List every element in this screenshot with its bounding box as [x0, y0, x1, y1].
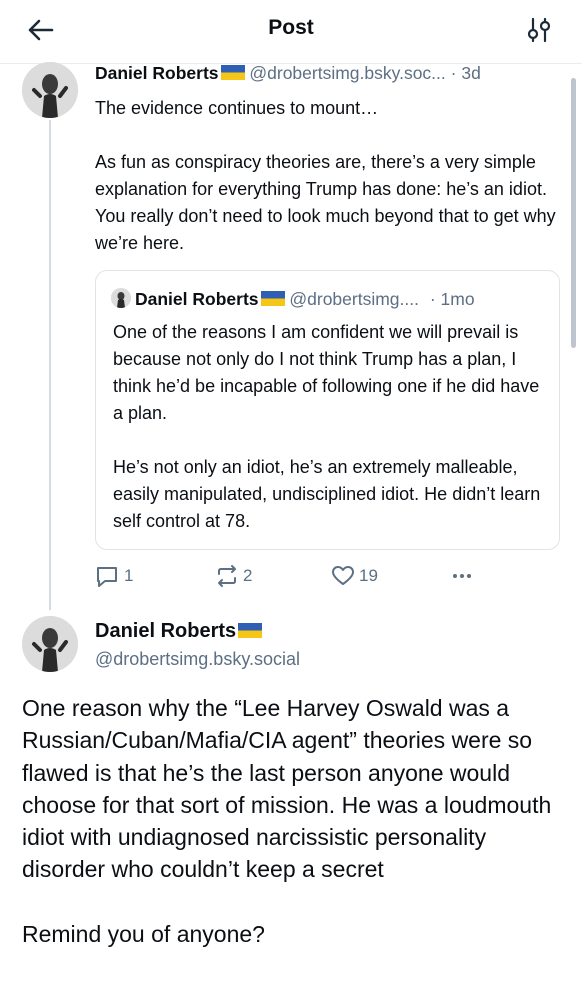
post-actions: 1 2 19	[0, 562, 582, 590]
post-body: The evidence continues to mount… As fun …	[95, 95, 560, 257]
quoted-post-timestamp: · 1mo	[429, 289, 475, 309]
repost-icon	[218, 565, 236, 587]
reply-icon	[97, 567, 117, 587]
quoted-post-card[interactable]: Daniel Roberts @drobertsimg.... · 1mo On…	[95, 270, 560, 550]
ukraine-flag-icon	[220, 65, 245, 80]
quoted-post-header: Daniel Roberts @drobertsimg.... · 1mo	[111, 288, 551, 310]
ukraine-flag-icon	[260, 291, 285, 306]
quoted-paragraph: One of the reasons I am confident we wil…	[113, 322, 540, 423]
like-button[interactable]: 19	[331, 562, 378, 590]
main-post-body: One reason why the “Lee Harvey Oswald wa…	[22, 692, 567, 950]
quoted-paragraph: He’s not only an idiot, he’s an extremel…	[113, 457, 541, 531]
quoted-author-name: Daniel Roberts	[135, 289, 259, 309]
post-paragraph: The evidence continues to mount…	[95, 98, 379, 118]
author-name[interactable]: Daniel Roberts	[95, 63, 219, 83]
reply-button[interactable]: 1	[94, 562, 133, 590]
top-bar: Post	[0, 0, 582, 60]
main-post-paragraph: Remind you of anyone?	[22, 920, 265, 947]
main-author-name[interactable]: Daniel Roberts	[95, 620, 263, 643]
more-options-button[interactable]	[450, 562, 474, 590]
sliders-icon	[527, 17, 551, 43]
author-handle[interactable]: @drobertsimg.bsky.soc...	[249, 63, 445, 83]
avatar[interactable]	[22, 616, 78, 672]
main-post-paragraph: One reason why the “Lee Harvey Oswald wa…	[22, 695, 552, 883]
reply-count: 1	[124, 566, 134, 585]
avatar-image	[22, 616, 78, 672]
page-title: Post	[268, 16, 314, 39]
avatar[interactable]	[22, 62, 78, 118]
scrollbar-thumb[interactable]	[571, 78, 576, 348]
repost-button[interactable]: 2	[215, 562, 252, 590]
more-horizontal-icon	[453, 574, 471, 578]
quoted-author-handle: @drobertsimg....	[289, 289, 419, 309]
post-header: Daniel Roberts @drobertsimg.bsky.soc... …	[95, 63, 565, 84]
author-name: Daniel Roberts	[95, 620, 237, 642]
repost-count: 2	[243, 566, 253, 585]
post-timestamp[interactable]: · 3d	[451, 63, 481, 83]
main-author-handle[interactable]: @drobertsimg.bsky.social	[95, 649, 300, 670]
avatar-image	[22, 62, 78, 118]
heart-icon	[332, 566, 354, 585]
like-count: 19	[359, 566, 378, 585]
thread-line	[49, 120, 51, 610]
quoted-avatar	[111, 288, 131, 308]
thread-options-button[interactable]	[526, 16, 552, 44]
quoted-post-body: One of the reasons I am confident we wil…	[113, 319, 553, 535]
ukraine-flag-icon	[238, 623, 263, 638]
post-paragraph: As fun as conspiracy theories are, there…	[95, 152, 556, 253]
